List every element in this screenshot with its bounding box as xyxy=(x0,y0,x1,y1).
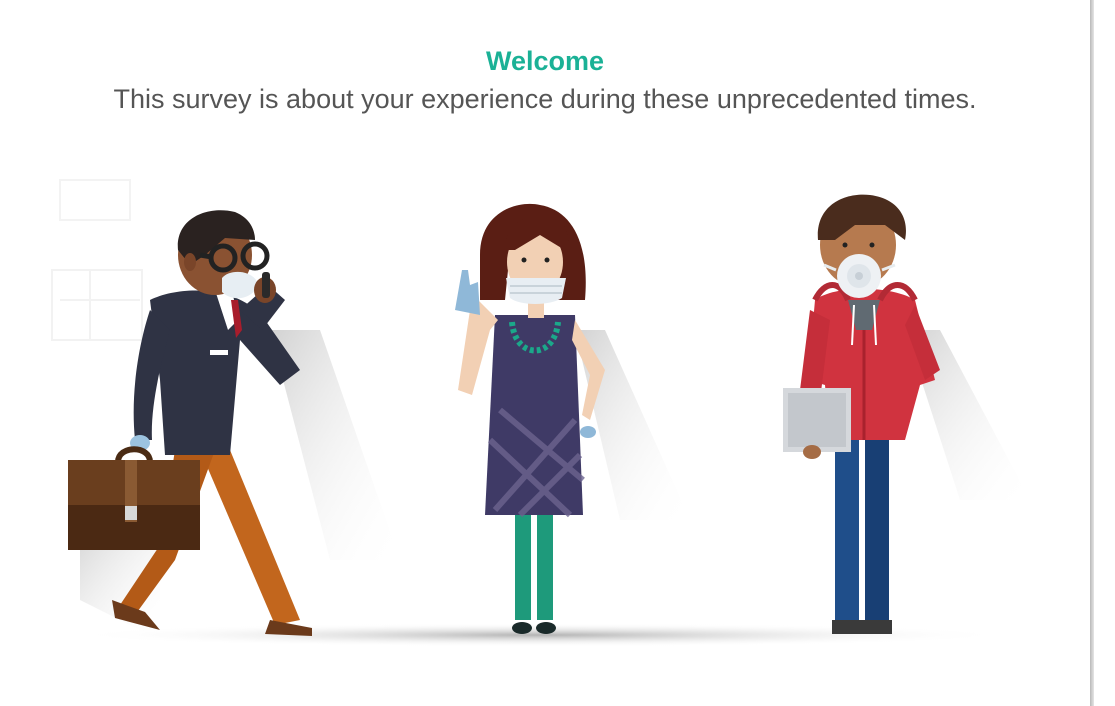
welcome-subtitle: This survey is about your experience dur… xyxy=(113,84,977,114)
welcome-header: Welcome This survey is about your experi… xyxy=(0,44,1090,116)
page-edge-shadow xyxy=(1090,0,1094,706)
man-in-red-hoodie-figure xyxy=(783,194,1030,634)
woman-waving-figure xyxy=(455,203,690,634)
survey-welcome-page: Welcome This survey is about your experi… xyxy=(0,0,1115,706)
man-with-briefcase-figure xyxy=(68,210,400,640)
background-decoration xyxy=(51,179,143,341)
welcome-title: Welcome xyxy=(485,46,605,76)
welcome-illustration xyxy=(51,179,1030,647)
welcome-card: Welcome This survey is about your experi… xyxy=(0,0,1090,706)
